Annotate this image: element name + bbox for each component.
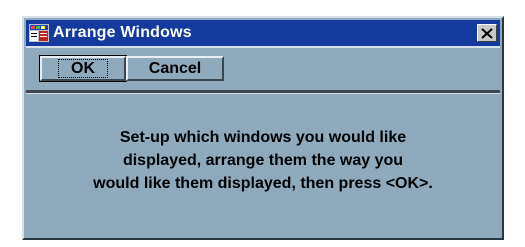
instruction-message: Set-up which windows you would like disp… [26, 126, 500, 195]
message-line: would like them displayed, then press <O… [93, 175, 433, 192]
message-line: Set-up which windows you would like [119, 129, 407, 146]
close-button[interactable] [477, 24, 497, 42]
ok-button[interactable]: OK [39, 55, 127, 82]
arrange-windows-dialog: Arrange Windows OK Cancel Set-up which w… [22, 16, 504, 240]
ok-button-label: OK [58, 59, 108, 78]
title-bar[interactable]: Arrange Windows [26, 20, 500, 46]
cancel-button[interactable]: Cancel [126, 56, 224, 81]
message-line: displayed, arrange them the way you [122, 152, 404, 169]
window-title: Arrange Windows [53, 24, 192, 41]
app-icon [29, 24, 49, 42]
cancel-button-label: Cancel [148, 59, 202, 77]
content-divider [26, 90, 500, 94]
button-bar: OK Cancel [26, 48, 500, 88]
close-icon [481, 27, 493, 39]
